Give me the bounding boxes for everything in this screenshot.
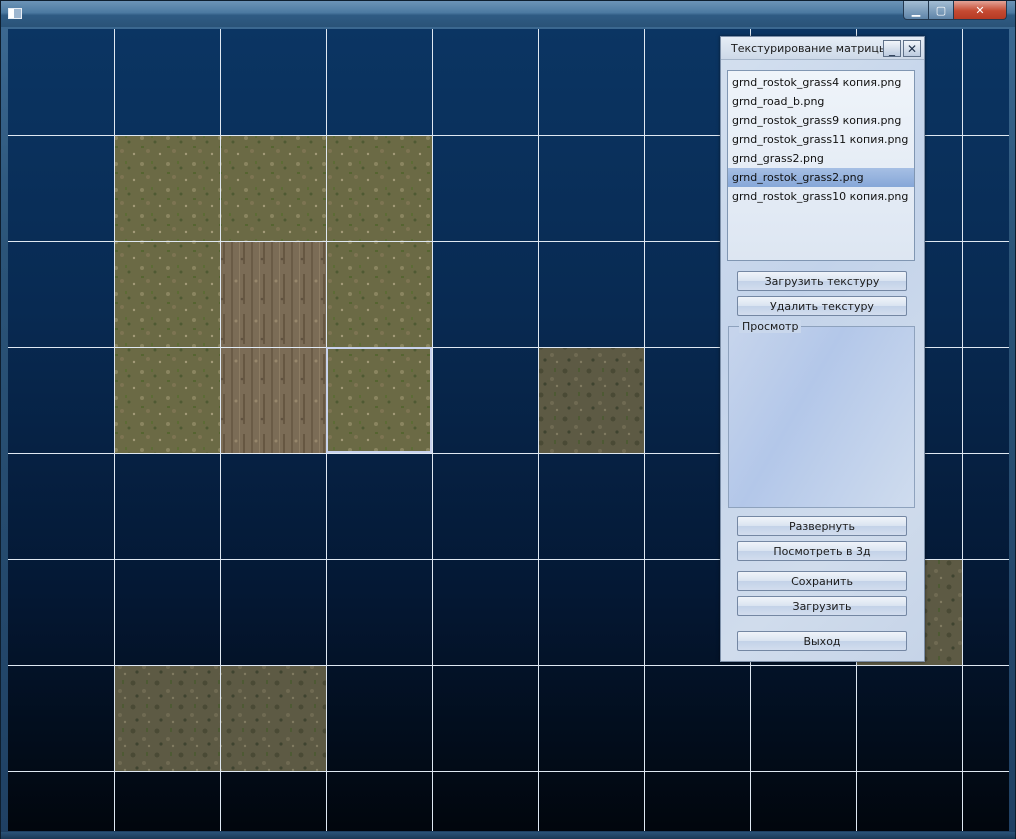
texture-tile-grass[interactable] [114, 135, 220, 241]
close-button[interactable]: ✕ [954, 1, 1007, 20]
panel-minimize-button[interactable]: _ [883, 40, 901, 57]
load-texture-button[interactable]: Загрузить текстуру [737, 271, 907, 291]
panel-title-bar[interactable]: Текстурирование матрицы _ ✕ [721, 37, 924, 60]
window-bottom-border [1, 832, 1015, 839]
load-button[interactable]: Загрузить [737, 596, 907, 616]
save-button[interactable]: Сохранить [737, 571, 907, 591]
preview-label: Просмотр [739, 320, 802, 333]
texture-tile-road[interactable] [220, 241, 326, 347]
app-icon[interactable] [8, 8, 22, 19]
texture-panel[interactable]: Текстурирование матрицы _ ✕ grnd_rostok_… [720, 36, 925, 662]
file-list-item[interactable]: grnd_rostok_grass11 копия.png [728, 130, 914, 149]
panel-close-button[interactable]: ✕ [903, 40, 921, 57]
exit-button[interactable]: Выход [737, 631, 907, 651]
texture-file-list[interactable]: grnd_rostok_grass4 копия.png grnd_road_b… [727, 70, 915, 261]
texture-tile-grass[interactable] [326, 347, 432, 453]
preview-group: Просмотр [728, 320, 915, 508]
view-3d-button[interactable]: Посмотреть в 3д [737, 541, 907, 561]
title-bar[interactable]: ▁ ▢ ✕ [1, 1, 1015, 27]
texture-tile-grass[interactable] [326, 135, 432, 241]
panel-title: Текстурирование матрицы [731, 42, 888, 55]
texture-tile-grass[interactable] [114, 241, 220, 347]
file-list-item[interactable]: grnd_road_b.png [728, 92, 914, 111]
file-list-item[interactable]: grnd_rostok_grass4 копия.png [728, 73, 914, 92]
texture-tile-grass[interactable] [114, 347, 220, 453]
delete-texture-button[interactable]: Удалить текстуру [737, 296, 907, 316]
texture-tile-mud[interactable] [114, 665, 220, 771]
file-list-item[interactable]: grnd_rostok_grass9 копия.png [728, 111, 914, 130]
minimize-button[interactable]: ▁ [903, 1, 929, 20]
texture-tile-mud[interactable] [538, 347, 644, 453]
window-controls: ▁ ▢ ✕ [903, 1, 1007, 20]
file-list-item[interactable]: grnd_rostok_grass10 копия.png [728, 187, 914, 206]
file-list-item[interactable]: grnd_rostok_grass2.png [728, 168, 914, 187]
texture-tile-road[interactable] [220, 347, 326, 453]
file-list-item[interactable]: grnd_grass2.png [728, 149, 914, 168]
texture-tile-grass[interactable] [220, 135, 326, 241]
maximize-button[interactable]: ▢ [929, 1, 954, 20]
texture-tile-grass[interactable] [326, 241, 432, 347]
expand-button[interactable]: Развернуть [737, 516, 907, 536]
texture-tile-mud[interactable] [220, 665, 326, 771]
